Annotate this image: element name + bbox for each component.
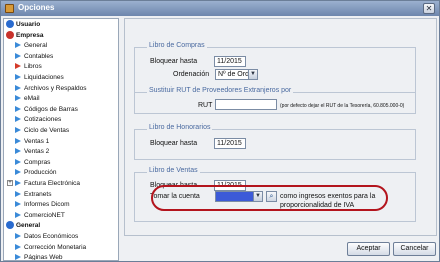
general-root-icon <box>6 221 14 230</box>
tree-item[interactable]: Contables <box>4 52 118 61</box>
arrow-right-icon <box>15 52 21 59</box>
tree-item-label: Usuario <box>16 21 41 28</box>
tree-item[interactable]: Códigos de Barras <box>4 105 118 114</box>
tree-item-label: Páginas Web <box>24 254 63 261</box>
tree-item-label: Empresa <box>16 31 44 39</box>
tree-item-label: Compras <box>24 158 51 166</box>
compras-bloquear-field[interactable]: 11/2015 <box>214 56 246 67</box>
arrow-right-icon <box>15 233 21 239</box>
arrow-right-icon <box>15 95 21 102</box>
tree-item[interactable]: Ventas 2 <box>4 147 118 156</box>
tree-item[interactable]: Informes Dicom <box>4 200 118 209</box>
tree-item[interactable]: Cotizaciones <box>4 115 118 124</box>
company-root-icon <box>6 30 14 39</box>
tree-item[interactable]: Páginas Web <box>4 253 118 261</box>
honorarios-bloquear-field[interactable]: 11/2015 <box>214 138 246 149</box>
arrow-right-icon <box>15 169 21 176</box>
tree-item-label: Corrección Monetaria <box>24 243 87 251</box>
tree-item-label: General <box>24 42 48 50</box>
tree-item-label: Contables <box>24 52 54 60</box>
rut-label: RUT <box>198 102 213 109</box>
honorarios-bloquear-label: Bloquear hasta <box>150 140 198 147</box>
tree-item-label: General <box>16 222 41 230</box>
tree-root-item[interactable]: General <box>4 221 118 230</box>
tree-item-label: Extranets <box>24 190 52 198</box>
libro-ventas-legend: Libro de Ventas <box>147 167 200 174</box>
compras-orden-label: Ordenación <box>173 71 210 78</box>
libro-honorarios-legend: Libro de Honorarios <box>147 124 213 131</box>
tree-item-label: Libros <box>24 63 42 71</box>
tree-root-item[interactable]: Usuario <box>4 20 118 29</box>
tree-item[interactable]: Extranets <box>4 190 118 199</box>
tree-item-label: eMail <box>24 95 40 103</box>
arrow-right-icon <box>15 254 21 260</box>
tree-item[interactable]: Archivos y Respaldos <box>4 84 118 93</box>
proveedores-legend: Sustituir RUT de Proveedores Extranjeros… <box>147 87 294 94</box>
tree-item-label: Factura Electrónica <box>24 180 80 187</box>
tree-item-label: Datos Económicos <box>24 233 79 240</box>
tree-item[interactable]: Ciclo de Ventas <box>4 126 118 135</box>
tree-item-label: Cotizaciones <box>24 116 62 124</box>
tree-item[interactable]: Liquidaciones <box>4 73 118 82</box>
accept-button-label: Aceptar <box>356 245 381 252</box>
arrow-right-icon <box>15 84 21 91</box>
rut-field[interactable] <box>215 99 277 110</box>
highlight-annotation <box>151 185 388 211</box>
tree-item[interactable]: ComercioNET <box>4 211 118 220</box>
arrow-right-icon <box>15 116 21 123</box>
tree-item[interactable]: Datos Económicos <box>4 232 118 241</box>
tree-item[interactable]: + Factura Electrónica <box>4 179 118 188</box>
title-bar: Opciones ✕ <box>1 1 439 16</box>
arrow-right-icon <box>15 243 21 250</box>
arrow-right-icon <box>15 74 21 80</box>
arrow-right-icon <box>15 201 21 208</box>
tree-item-label: ComercioNET <box>24 211 65 219</box>
app-icon <box>5 4 14 13</box>
tree-item-label: Informes Dicom <box>24 201 70 209</box>
arrow-right-icon <box>15 63 21 70</box>
arrow-right-icon <box>15 127 21 133</box>
tree-item-label: Liquidaciones <box>24 74 64 81</box>
tree-item[interactable]: General <box>4 41 118 50</box>
tree-item-label: Ciclo de Ventas <box>24 127 70 134</box>
tree-item[interactable]: eMail <box>4 94 118 103</box>
arrow-right-icon <box>15 137 21 144</box>
tree-item-label: Archivos y Respaldos <box>24 84 87 92</box>
chevron-down-icon: ▼ <box>248 70 257 79</box>
tree-item[interactable]: Ventas 1 <box>4 137 118 146</box>
tree-item[interactable]: Corrección Monetaria <box>4 243 118 252</box>
tree-item-label: Ventas 2 <box>24 148 50 156</box>
libro-compras-legend: Libro de Compras <box>147 42 207 49</box>
options-window: Opciones ✕ Usuario Empresa General Contable… <box>0 0 440 262</box>
options-tree: Usuario Empresa General Contables Libros Liqu… <box>3 18 119 261</box>
cancel-button[interactable]: Cancelar <box>393 242 436 256</box>
accept-button[interactable]: Aceptar <box>347 242 390 256</box>
expand-icon[interactable]: + <box>7 180 13 186</box>
arrow-right-icon <box>15 180 21 186</box>
arrow-right-icon <box>15 190 21 197</box>
tree-item-label: Producción <box>24 169 57 177</box>
close-button[interactable]: ✕ <box>423 3 435 14</box>
tree-item[interactable]: Compras <box>4 158 118 167</box>
cancel-button-label: Cancelar <box>400 245 429 252</box>
window-title: Opciones <box>18 3 55 12</box>
tree-item[interactable]: Libros <box>4 62 118 71</box>
arrow-right-icon <box>15 42 21 49</box>
arrow-right-icon <box>15 158 21 165</box>
rut-note: (por defecto dejar el RUT de la Tesorerí… <box>280 103 405 109</box>
tree-item-label: Ventas 1 <box>24 137 50 145</box>
arrow-right-icon <box>15 211 21 218</box>
compras-orden-select[interactable]: Nº de Orden ▼ <box>215 69 258 80</box>
compras-bloquear-label: Bloquear hasta <box>150 58 198 65</box>
user-root-icon <box>6 20 14 28</box>
arrow-right-icon <box>15 148 21 155</box>
tree-item-label: Códigos de Barras <box>24 105 78 113</box>
tree-item[interactable]: Producción <box>4 168 118 177</box>
arrow-right-icon <box>15 105 21 112</box>
tree-root-item[interactable]: Empresa <box>4 30 118 40</box>
